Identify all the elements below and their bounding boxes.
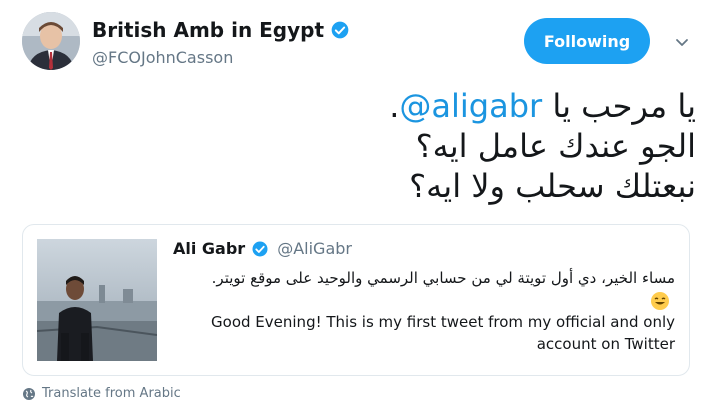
author-avatar[interactable] [22,12,80,70]
tweet-body: يا مرحب يا @aligabr. الجو عندك عامل ايه؟… [36,86,696,206]
following-button[interactable]: Following [524,18,650,64]
translate-link[interactable]: Translate from Arabic [22,386,181,401]
author-display-name[interactable]: British Amb in Egypt [92,18,324,42]
chevron-down-icon[interactable] [674,34,690,50]
verified-badge-icon [252,241,268,256]
quoted-text-english: Good Evening! This is my first tweet fro… [211,313,675,353]
tweet-line-1: يا مرحب يا @aligabr. [389,87,696,125]
tweet-line-2: الجو عندك عامل ايه؟ [415,127,696,165]
translate-label[interactable]: Translate from Arabic [42,386,181,401]
quoted-tweet-photo[interactable] [37,239,157,361]
globe-icon [23,387,35,400]
tweet-header: British Amb in Egypt @FCOJohnCasson Foll… [22,12,700,72]
quoted-handle[interactable]: @AliGabr [277,239,352,258]
tweet-line-3: نبعتلك سحلب ولا ايه؟ [409,167,696,205]
verified-badge-icon [331,21,349,39]
smile-emoji-icon [651,291,669,310]
quoted-text-arabic: مساء الخير، دي أول تويتة لي من حسابي الر… [195,267,675,311]
quoted-display-name[interactable]: Ali Gabr [173,239,245,258]
mention-link[interactable]: @aligabr [399,87,542,125]
author-handle[interactable]: @FCOJohnCasson [92,48,350,67]
quoted-tweet-card[interactable]: Ali Gabr @AliGabr مساء الخير، دي أول توي… [22,224,690,376]
